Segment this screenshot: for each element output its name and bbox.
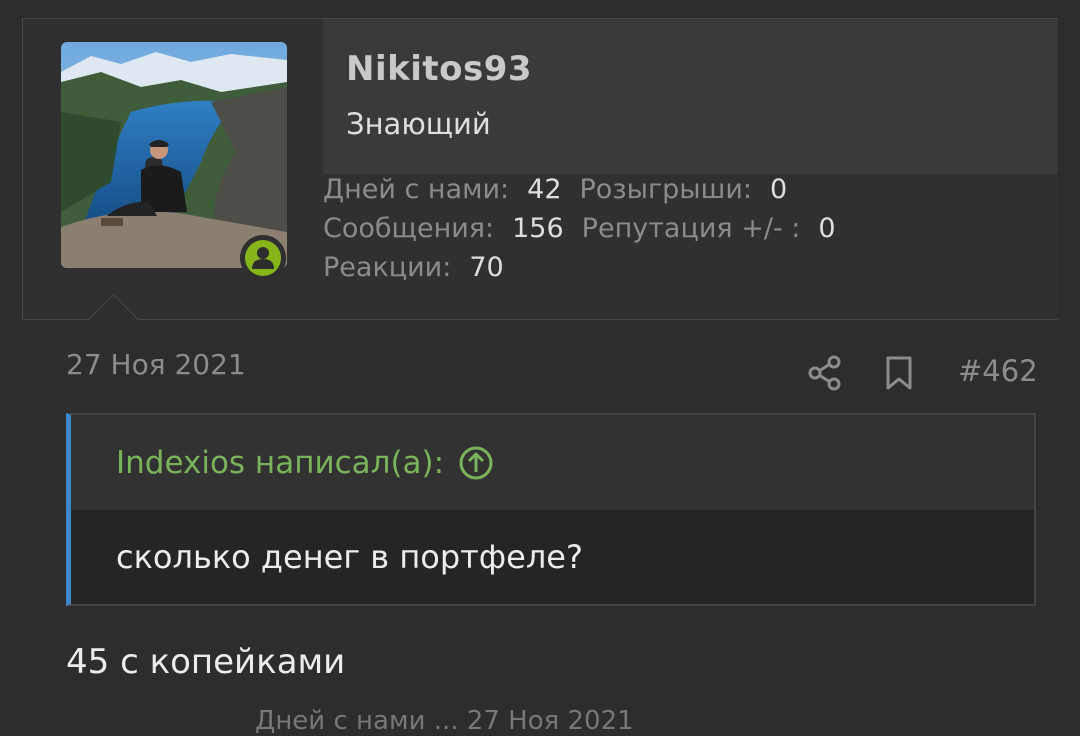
share-icon[interactable]: [806, 354, 844, 392]
user-online-icon: [252, 247, 274, 269]
messages-value: 156: [512, 213, 564, 244]
messages-label: Сообщения:: [323, 213, 495, 244]
next-post-partial: Дней с нами ... 27 Ноя 2021: [255, 706, 634, 736]
reputation-label: Репутация +/- :: [581, 213, 801, 244]
quote-header[interactable]: Indexios написал(а):: [71, 415, 1034, 510]
days-value: 42: [527, 174, 562, 205]
giveaways-value: 0: [769, 174, 788, 205]
go-to-quote-icon[interactable]: [458, 445, 494, 481]
quote-text: сколько денег в портфеле?: [71, 510, 1034, 604]
user-title: Знающий: [346, 107, 491, 141]
days-label: Дней с нами:: [323, 174, 510, 205]
reputation-value: 0: [818, 213, 836, 244]
post-number[interactable]: #462: [958, 354, 1038, 388]
post-body: 45 с копейками: [66, 642, 346, 682]
online-dot: [245, 240, 281, 276]
reactions-value: 70: [469, 252, 504, 283]
post-date[interactable]: 27 Ноя 2021: [66, 348, 246, 381]
user-stats: Дней с нами: 42 Розыгрыши: 0 Сообщения: 156 Р…: [323, 170, 854, 287]
quote-author[interactable]: Indexios написал(а):: [116, 445, 444, 481]
avatar-container: [61, 42, 287, 281]
bookmark-icon[interactable]: [884, 355, 914, 391]
stat-row-days: Дней с нами: 42 Розыгрыши: 0: [323, 170, 854, 209]
stat-row-messages: Сообщения: 156 Репутация +/- : 0: [323, 209, 854, 248]
card-pointer: [87, 294, 140, 347]
online-status-badge: [240, 235, 286, 281]
giveaways-label: Розыгрыши:: [579, 174, 752, 205]
avatar[interactable]: [61, 42, 287, 268]
user-header: Nikitos93 Знающий: [323, 19, 1058, 174]
reactions-label: Реакции:: [323, 252, 452, 283]
stat-row-reactions: Реакции: 70: [323, 248, 854, 287]
quote-block: Indexios написал(а): сколько денег в пор…: [66, 413, 1036, 606]
username[interactable]: Nikitos93: [346, 49, 532, 89]
